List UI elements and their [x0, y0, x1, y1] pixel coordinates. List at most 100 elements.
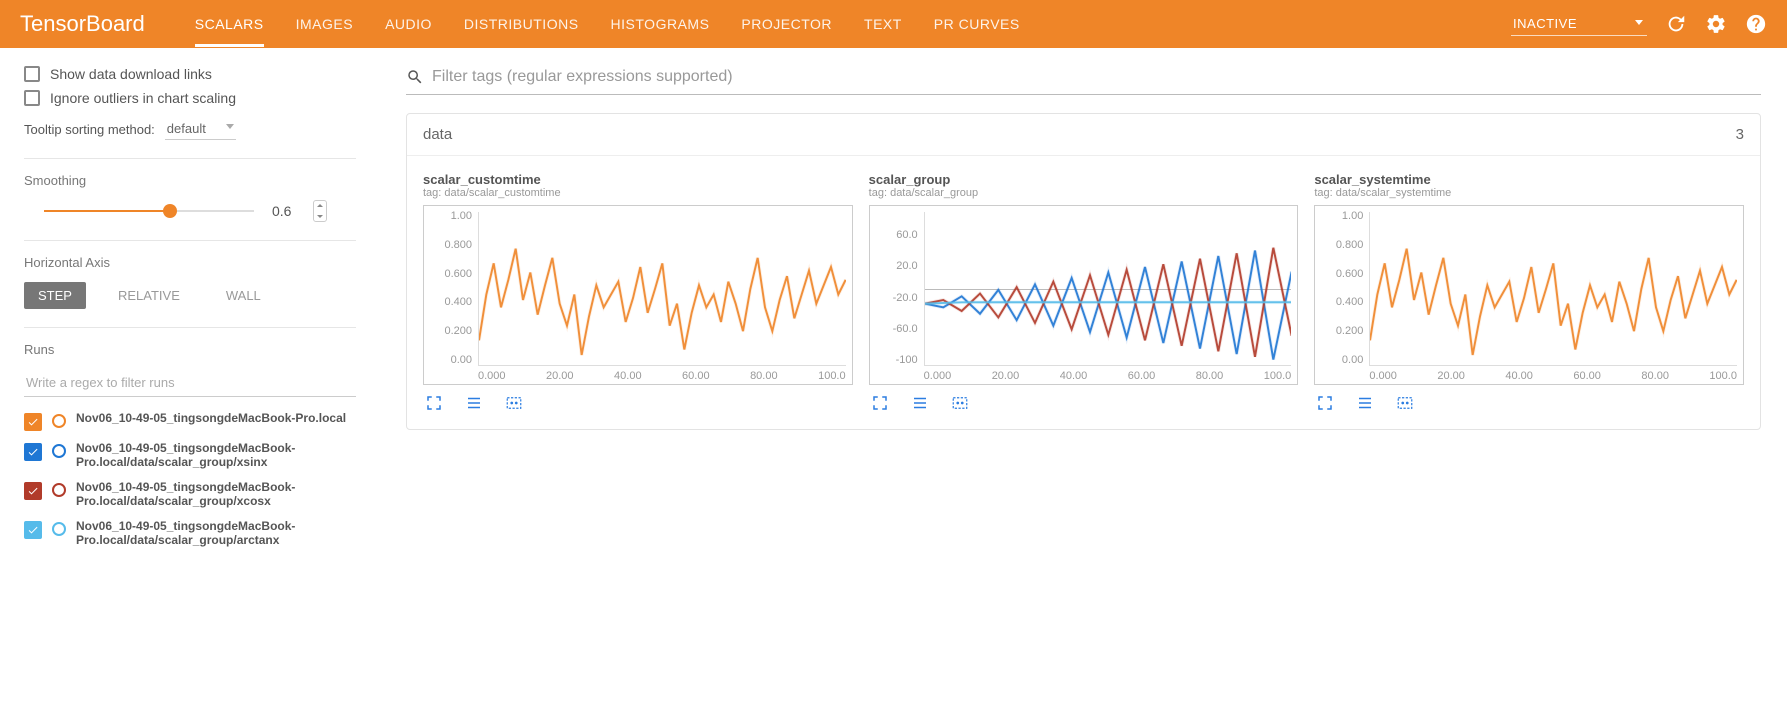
expand-icon[interactable]: [423, 393, 445, 413]
run-checkbox[interactable]: [24, 521, 42, 539]
axis-btn-wall[interactable]: WALL: [212, 282, 275, 309]
toggle-y-icon[interactable]: [909, 393, 931, 413]
divider: [24, 240, 356, 241]
horizontal-axis-title: Horizontal Axis: [24, 255, 356, 270]
caret-down-icon: [1635, 20, 1643, 25]
slider-fill: [44, 210, 170, 212]
axis-btn-relative[interactable]: RELATIVE: [104, 282, 194, 309]
run-label: Nov06_10-49-05_tingsongdeMacBook-Pro.loc…: [76, 480, 356, 509]
fit-domain-icon[interactable]: [1394, 393, 1416, 413]
chart-xaxis: 0.00020.0040.0060.0080.00100.0: [478, 370, 846, 382]
ignore-outliers-row[interactable]: Ignore outliers in chart scaling: [24, 90, 356, 106]
run-item[interactable]: Nov06_10-49-05_tingsongdeMacBook-Pro.loc…: [24, 441, 356, 470]
smoothing-slider[interactable]: [44, 210, 254, 212]
chart-title: scalar_systemtime: [1314, 172, 1744, 187]
run-item[interactable]: Nov06_10-49-05_tingsongdeMacBook-Pro.loc…: [24, 519, 356, 548]
tag-filter-row[interactable]: Filter tags (regular expressions support…: [406, 62, 1761, 95]
chart-plot[interactable]: 1.000.8000.6000.4000.2000.00 0.00020.004…: [423, 205, 853, 385]
gear-icon[interactable]: [1705, 13, 1727, 35]
slider-thumb[interactable]: [163, 204, 177, 218]
tab-distributions[interactable]: DISTRIBUTIONS: [464, 2, 579, 47]
tab-text[interactable]: TEXT: [864, 2, 902, 47]
tag-card-header[interactable]: data 3: [407, 114, 1760, 156]
main-panel: Filter tags (regular expressions support…: [380, 48, 1787, 575]
toggle-y-icon[interactable]: [463, 393, 485, 413]
ignore-outliers-label: Ignore outliers in chart scaling: [50, 90, 236, 106]
run-checkbox[interactable]: [24, 413, 42, 431]
run-item[interactable]: Nov06_10-49-05_tingsongdeMacBook-Pro.loc…: [24, 480, 356, 509]
run-checkbox[interactable]: [24, 443, 42, 461]
status-dropdown[interactable]: INACTIVE: [1511, 12, 1647, 36]
runs-filter-input[interactable]: Write a regex to filter runs: [24, 369, 356, 397]
runs-list: Nov06_10-49-05_tingsongdeMacBook-Pro.loc…: [24, 411, 356, 547]
run-checkbox[interactable]: [24, 482, 42, 500]
show-download-label: Show data download links: [50, 66, 212, 82]
tooltip-sorting-select[interactable]: default: [165, 118, 236, 140]
chart-svg: [479, 212, 846, 395]
run-item[interactable]: Nov06_10-49-05_tingsongdeMacBook-Pro.loc…: [24, 411, 356, 431]
tag-card-count: 3: [1736, 126, 1744, 143]
ignore-outliers-checkbox[interactable]: [24, 90, 40, 106]
run-swatch: [52, 444, 66, 458]
run-swatch: [52, 483, 66, 497]
chart-column: scalar_systemtime tag: data/scalar_syste…: [1314, 172, 1744, 413]
chart-column: scalar_customtime tag: data/scalar_custo…: [423, 172, 853, 413]
chart-tag: tag: data/scalar_group: [869, 187, 1299, 199]
run-label: Nov06_10-49-05_tingsongdeMacBook-Pro.loc…: [76, 411, 346, 425]
divider: [24, 158, 356, 159]
chart-yaxis: 1.000.8000.6000.4000.2000.00: [424, 206, 478, 384]
caret-down-icon: [226, 124, 234, 129]
tooltip-sorting-value: default: [167, 121, 206, 136]
expand-icon[interactable]: [869, 393, 891, 413]
show-download-row[interactable]: Show data download links: [24, 66, 356, 82]
expand-icon[interactable]: [1314, 393, 1336, 413]
axis-buttons: STEP RELATIVE WALL: [24, 282, 356, 309]
tooltip-sorting-label: Tooltip sorting method:: [24, 122, 155, 137]
run-label: Nov06_10-49-05_tingsongdeMacBook-Pro.loc…: [76, 441, 356, 470]
tab-prcurves[interactable]: PR CURVES: [934, 2, 1020, 47]
sidebar: Show data download links Ignore outliers…: [0, 48, 380, 575]
chart-toolbar: [423, 393, 853, 413]
smoothing-stepper[interactable]: [313, 200, 327, 222]
toggle-y-icon[interactable]: [1354, 393, 1376, 413]
chart-svg: [925, 212, 1292, 395]
header-right: INACTIVE: [1511, 12, 1767, 36]
chart-title: scalar_group: [869, 172, 1299, 187]
tag-filter-placeholder: Filter tags (regular expressions support…: [432, 68, 733, 86]
brand-title: TensorBoard: [20, 11, 145, 37]
chart-xaxis: 0.00020.0040.0060.0080.00100.0: [1369, 370, 1737, 382]
chart-toolbar: [869, 393, 1299, 413]
runs-title: Runs: [24, 342, 356, 357]
chart-yaxis: 1.000.8000.6000.4000.2000.00: [1315, 206, 1369, 384]
chart-xaxis: 0.00020.0040.0060.0080.00100.0: [924, 370, 1292, 382]
help-icon[interactable]: [1745, 13, 1767, 35]
tab-images[interactable]: IMAGES: [296, 2, 353, 47]
tooltip-sorting-row: Tooltip sorting method: default: [24, 118, 356, 140]
run-label: Nov06_10-49-05_tingsongdeMacBook-Pro.loc…: [76, 519, 356, 548]
smoothing-title: Smoothing: [24, 173, 356, 188]
search-icon: [406, 68, 424, 86]
chart-plot[interactable]: 1.000.8000.6000.4000.2000.00 0.00020.004…: [1314, 205, 1744, 385]
tag-card-title: data: [423, 126, 452, 143]
chart-plot[interactable]: 60.020.0-20.0-60.0-100 0.00020.0040.0060…: [869, 205, 1299, 385]
status-text: INACTIVE: [1513, 16, 1577, 31]
show-download-checkbox[interactable]: [24, 66, 40, 82]
chart-tag: tag: data/scalar_customtime: [423, 187, 853, 199]
tab-audio[interactable]: AUDIO: [385, 2, 432, 47]
divider: [24, 327, 356, 328]
fit-domain-icon[interactable]: [503, 393, 525, 413]
fit-domain-icon[interactable]: [949, 393, 971, 413]
chart-column: scalar_group tag: data/scalar_group 60.0…: [869, 172, 1299, 413]
tab-scalars[interactable]: SCALARS: [195, 2, 264, 47]
nav-tabs: SCALARS IMAGES AUDIO DISTRIBUTIONS HISTO…: [195, 2, 1511, 47]
run-swatch: [52, 522, 66, 536]
chart-svg: [1370, 212, 1737, 395]
chart-toolbar: [1314, 393, 1744, 413]
tab-projector[interactable]: PROJECTOR: [741, 2, 832, 47]
smoothing-value: 0.6: [272, 203, 295, 219]
chart-tag: tag: data/scalar_systemtime: [1314, 187, 1744, 199]
axis-btn-step[interactable]: STEP: [24, 282, 86, 309]
refresh-icon[interactable]: [1665, 13, 1687, 35]
tab-histograms[interactable]: HISTOGRAMS: [611, 2, 710, 47]
tag-card-body: scalar_customtime tag: data/scalar_custo…: [407, 156, 1760, 429]
